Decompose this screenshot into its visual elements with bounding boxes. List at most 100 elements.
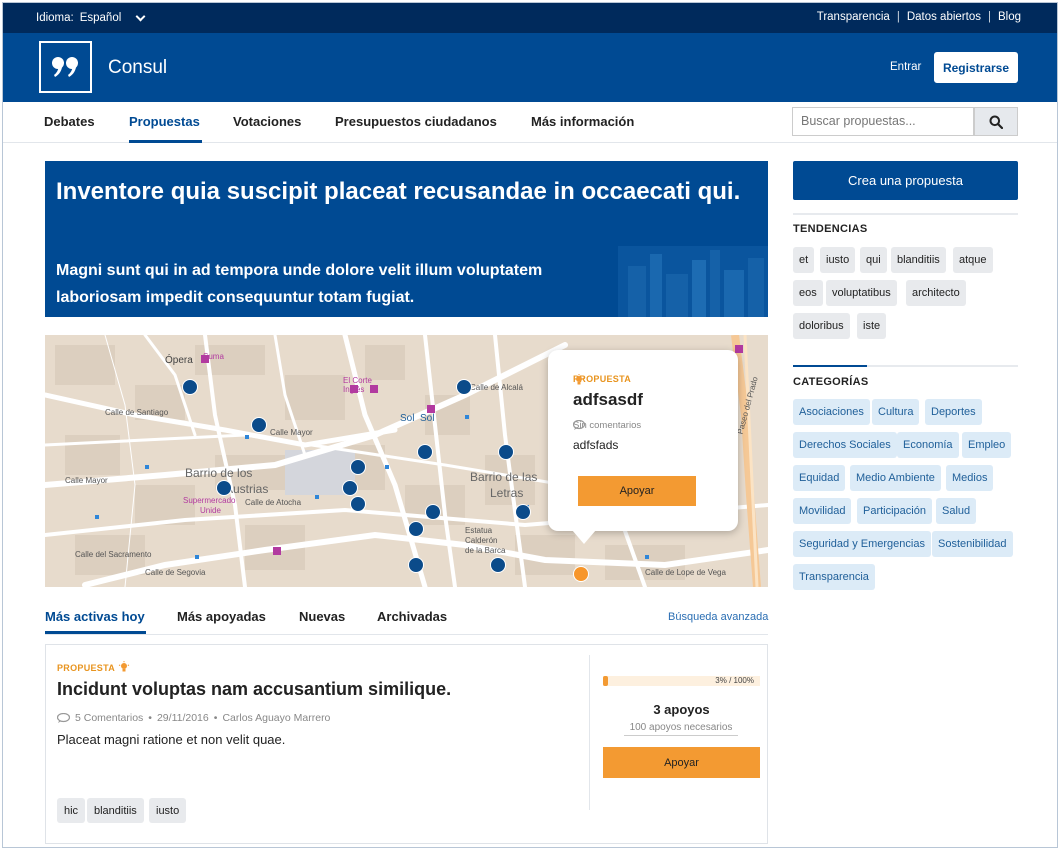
category-equidad[interactable]: Equidad bbox=[793, 465, 846, 491]
trend-tag[interactable]: atque bbox=[953, 247, 993, 273]
trend-tag[interactable]: blanditiis bbox=[891, 247, 946, 273]
tab-mas-apoyadas[interactable]: Más apoyadas bbox=[177, 609, 266, 624]
svg-text:Calle del Sacramento: Calle del Sacramento bbox=[75, 550, 152, 559]
site-name[interactable]: Consul bbox=[108, 57, 167, 79]
category-salud[interactable]: Salud bbox=[936, 498, 977, 524]
nav-presupuestos[interactable]: Presupuestos ciudadanos bbox=[335, 114, 497, 129]
trend-tag[interactable]: et bbox=[793, 247, 815, 273]
supports-count: 3 apoyos bbox=[653, 702, 710, 717]
category-movilidad[interactable]: Movilidad bbox=[793, 498, 852, 524]
category-medios[interactable]: Medios bbox=[946, 465, 994, 491]
proposal-summary: Placeat magni ratione et non velit quae. bbox=[57, 732, 286, 747]
map-marker-icon[interactable] bbox=[408, 557, 424, 573]
category-derechos-sociales[interactable]: Derechos Sociales bbox=[793, 432, 897, 458]
trend-tag[interactable]: iusto bbox=[820, 247, 856, 273]
popup-support-button[interactable]: Apoyar bbox=[578, 476, 696, 506]
link-blog[interactable]: Blog bbox=[998, 11, 1021, 23]
map-marker-icon[interactable] bbox=[515, 504, 531, 520]
language-value: Español bbox=[79, 12, 122, 24]
category-deportes[interactable]: Deportes bbox=[925, 399, 982, 425]
nav-mas-informacion[interactable]: Más información bbox=[531, 114, 634, 129]
chevron-down-icon bbox=[135, 11, 146, 21]
category-sostenibilidad[interactable]: Sostenibilidad bbox=[932, 531, 1013, 557]
tabs-divider bbox=[45, 634, 768, 635]
popup-tail bbox=[572, 530, 596, 544]
category-medio-ambiente[interactable]: Medio Ambiente bbox=[850, 465, 941, 491]
quote-logo-icon[interactable] bbox=[39, 41, 92, 93]
comment-icon bbox=[57, 713, 70, 723]
tag-hic[interactable]: hic bbox=[57, 798, 86, 823]
tag-blanditiis[interactable]: blanditiis bbox=[87, 798, 144, 823]
proposal-meta: 5 Comentarios • 29/11/2016 • Carlos Agua… bbox=[57, 712, 330, 724]
nav-votaciones[interactable]: Votaciones bbox=[233, 114, 301, 129]
svg-text:Calle de Atocha: Calle de Atocha bbox=[245, 498, 302, 507]
category-economia[interactable]: Economía bbox=[897, 432, 959, 458]
page-frame: Idioma: Español Transparencia | Datos ab… bbox=[2, 2, 1058, 848]
map-marker-icon[interactable] bbox=[425, 504, 441, 520]
trend-tag[interactable]: iste bbox=[857, 313, 887, 339]
map-marker-icon[interactable] bbox=[456, 379, 472, 395]
banner-title: Inventore quia suscipit placeat recusand… bbox=[56, 178, 741, 205]
support-progress-bar: 3% / 100% bbox=[603, 676, 760, 686]
selected-map-marker-icon[interactable] bbox=[573, 566, 589, 582]
top-links: Transparencia | Datos abiertos | Blog bbox=[817, 11, 1021, 23]
language-label: Idioma: bbox=[36, 12, 74, 24]
proposal-card: PROPUESTA Incidunt voluptas nam accusant… bbox=[45, 644, 768, 844]
city-illustration bbox=[618, 246, 768, 317]
svg-text:Calle Mayor: Calle Mayor bbox=[270, 428, 313, 437]
svg-text:Suma: Suma bbox=[203, 352, 224, 361]
map-marker-icon[interactable] bbox=[490, 557, 506, 573]
search-button[interactable] bbox=[974, 107, 1018, 136]
nav-propuestas[interactable]: Propuestas bbox=[129, 114, 200, 129]
svg-text:Estatua: Estatua bbox=[465, 526, 493, 535]
tab-archivadas[interactable]: Archivadas bbox=[377, 609, 447, 624]
map-marker-icon[interactable] bbox=[182, 379, 198, 395]
popup-title[interactable]: adfsasdf bbox=[573, 390, 643, 410]
login-link[interactable]: Entrar bbox=[890, 61, 921, 73]
advanced-search-link[interactable]: Búsqueda avanzada bbox=[668, 611, 768, 623]
map-marker-icon[interactable] bbox=[342, 480, 358, 496]
trend-tag[interactable]: voluptatibus bbox=[826, 280, 897, 306]
map-marker-icon[interactable] bbox=[350, 459, 366, 475]
tab-mas-activas[interactable]: Más activas hoy bbox=[45, 609, 145, 624]
featured-banner[interactable]: Inventore quia suscipit placeat recusand… bbox=[45, 161, 768, 317]
category-asociaciones[interactable]: Asociaciones bbox=[793, 399, 870, 425]
tag-iusto[interactable]: iusto bbox=[149, 798, 187, 823]
trend-tag[interactable]: doloribus bbox=[793, 313, 850, 339]
trend-tag[interactable]: eos bbox=[793, 280, 823, 306]
create-proposal-button[interactable]: Crea una propuesta bbox=[793, 161, 1018, 200]
svg-text:Calle Mayor: Calle Mayor bbox=[65, 476, 108, 485]
search-icon bbox=[989, 115, 1003, 129]
map-marker-icon[interactable] bbox=[417, 444, 433, 460]
category-participacion[interactable]: Participación bbox=[857, 498, 932, 524]
trend-tag[interactable]: architecto bbox=[906, 280, 966, 306]
map-marker-icon[interactable] bbox=[498, 444, 514, 460]
svg-text:Letras: Letras bbox=[490, 486, 523, 500]
category-transparencia[interactable]: Transparencia bbox=[793, 564, 875, 590]
support-button[interactable]: Apoyar bbox=[603, 747, 760, 778]
register-button[interactable]: Registrarse bbox=[934, 52, 1018, 83]
active-nav-indicator bbox=[129, 140, 202, 143]
link-datos-abiertos[interactable]: Datos abiertos bbox=[907, 11, 981, 23]
map-marker-icon[interactable] bbox=[251, 417, 267, 433]
svg-text:Barrio de las: Barrio de las bbox=[470, 470, 537, 484]
category-cultura[interactable]: Cultura bbox=[872, 399, 920, 425]
trend-tag[interactable]: qui bbox=[860, 247, 887, 273]
search-input[interactable]: Buscar propuestas... bbox=[792, 107, 974, 136]
category-seguridad[interactable]: Seguridad y Emergencias bbox=[793, 531, 931, 557]
svg-text:El Corte: El Corte bbox=[343, 376, 372, 385]
svg-text:Unide: Unide bbox=[200, 506, 221, 515]
map-marker-icon[interactable] bbox=[216, 480, 232, 496]
map-marker-icon[interactable] bbox=[350, 496, 366, 512]
svg-text:Barrio de los: Barrio de los bbox=[185, 466, 252, 480]
language-selector[interactable]: Idioma: Español bbox=[36, 11, 146, 24]
proposals-map[interactable]: Ópera Suma El Corte Inglés Sol Sol Barri… bbox=[45, 335, 768, 587]
category-empleo[interactable]: Empleo bbox=[962, 432, 1012, 458]
map-marker-icon[interactable] bbox=[408, 521, 424, 537]
nav-debates[interactable]: Debates bbox=[44, 114, 95, 129]
proposal-comments[interactable]: 5 Comentarios bbox=[75, 712, 143, 724]
proposal-title[interactable]: Incidunt voluptas nam accusantium simili… bbox=[57, 679, 451, 700]
link-transparencia[interactable]: Transparencia bbox=[817, 11, 890, 23]
tab-nuevas[interactable]: Nuevas bbox=[299, 609, 345, 624]
popup-kind: PROPUESTA bbox=[573, 374, 632, 385]
